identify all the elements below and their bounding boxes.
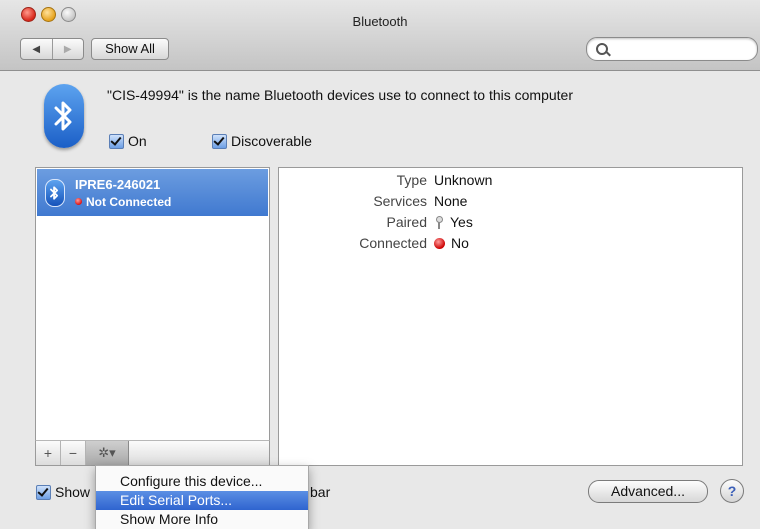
disconnected-dot-icon — [75, 198, 82, 205]
detail-value: Unknown — [434, 172, 493, 188]
show-in-menubar-row[interactable]: Show — [36, 484, 90, 500]
window-title: Bluetooth — [352, 14, 408, 29]
detail-label: Services — [373, 193, 427, 209]
show-all-button[interactable]: Show All — [91, 38, 169, 60]
back-button[interactable]: ◀ — [21, 39, 52, 59]
search-field[interactable] — [586, 37, 758, 61]
bluetooth-logo-icon — [44, 84, 84, 148]
remove-device-button[interactable]: − — [61, 441, 86, 465]
device-detail-panel: Type Unknown Services None Paired Yes Co… — [278, 167, 743, 466]
forward-button[interactable]: ▶ — [51, 39, 84, 59]
show-label-suffix: bar — [310, 484, 331, 500]
gear-menu-button[interactable]: ✲▾ — [86, 441, 129, 465]
red-dot-icon — [434, 238, 445, 249]
device-list-toolbar: + − ✲▾ — [35, 440, 270, 466]
detail-value: No — [451, 235, 469, 251]
detail-value-wrap: No — [434, 235, 469, 251]
show-label: Show — [55, 484, 91, 500]
detail-row-services: Services None — [279, 193, 742, 213]
bluetooth-preferences-window: Bluetooth ◀ ▶ Show All "CIS-49994" is th… — [0, 0, 760, 529]
detail-row-type: Type Unknown — [279, 172, 742, 192]
device-status: Not Connected — [75, 195, 171, 209]
advanced-button[interactable]: Advanced... — [588, 480, 708, 503]
add-device-button[interactable]: + — [36, 441, 61, 465]
show-in-menubar-checkbox[interactable] — [36, 484, 51, 500]
on-label: On — [128, 133, 147, 149]
gear-context-menu: Configure this device... Edit Serial Por… — [95, 465, 309, 529]
help-button[interactable]: ? — [720, 479, 744, 503]
search-icon — [596, 43, 608, 55]
computer-name-message: "CIS-49994" is the name Bluetooth device… — [107, 87, 573, 103]
device-status-text: Not Connected — [86, 195, 172, 209]
search-input[interactable] — [615, 40, 749, 58]
title-toolbar: Bluetooth ◀ ▶ Show All — [0, 0, 760, 71]
detail-value: Yes — [450, 214, 473, 230]
detail-label: Paired — [386, 214, 427, 230]
discoverable-checkbox[interactable] — [212, 133, 227, 149]
device-name: IPRE6-246021 — [75, 177, 161, 192]
on-checkbox-row[interactable]: On — [109, 133, 147, 149]
menu-item-configure-device[interactable]: Configure this device... — [96, 472, 308, 491]
detail-label: Type — [396, 172, 427, 188]
detail-value-wrap: Yes — [434, 214, 473, 230]
detail-row-connected: Connected No — [279, 235, 742, 255]
discoverable-label: Discoverable — [231, 133, 312, 149]
device-list: IPRE6-246021 Not Connected — [35, 167, 270, 441]
detail-row-paired: Paired Yes — [279, 214, 742, 234]
on-checkbox[interactable] — [109, 133, 124, 149]
detail-label: Connected — [359, 235, 427, 251]
device-row[interactable]: IPRE6-246021 Not Connected — [37, 169, 268, 216]
back-forward-control: ◀ ▶ — [20, 38, 84, 60]
detail-value: None — [434, 193, 468, 209]
bluetooth-device-icon — [45, 179, 65, 207]
key-icon — [434, 216, 444, 229]
menu-item-show-more-info[interactable]: Show More Info — [96, 510, 308, 529]
menu-item-edit-serial-ports[interactable]: Edit Serial Ports... — [96, 491, 308, 510]
discoverable-checkbox-row[interactable]: Discoverable — [212, 133, 312, 149]
